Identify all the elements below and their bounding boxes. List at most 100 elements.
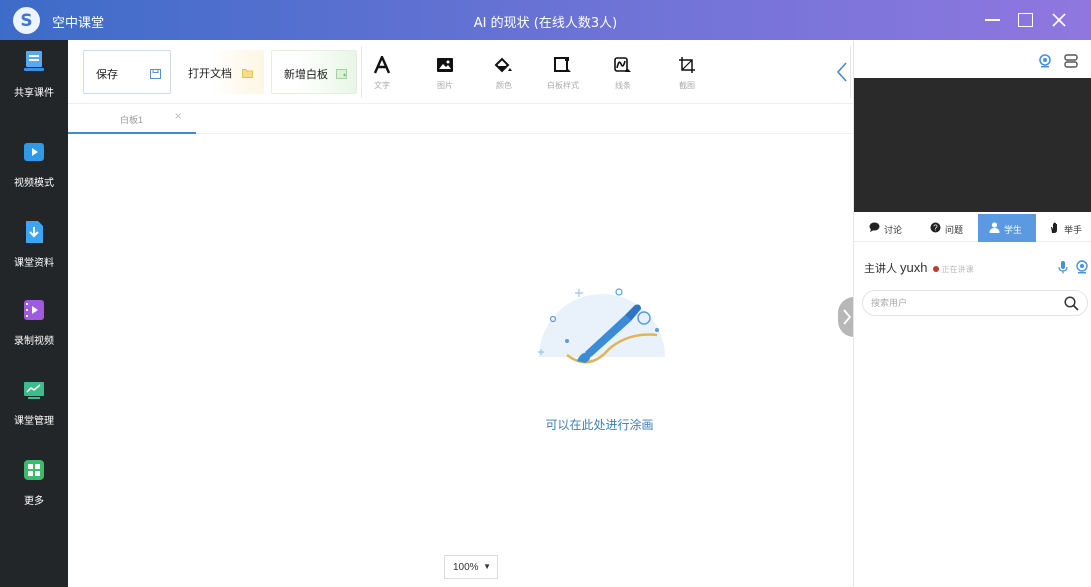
nav-label: 视频模式 — [14, 178, 54, 189]
speaker-role: 主讲人 — [864, 263, 897, 275]
zoom-select[interactable]: 100% ▼ — [444, 555, 498, 579]
tab-close-icon[interactable]: × — [174, 111, 182, 122]
toolbar: 保存 打开文档 新增白板 文字 图片 颜色 白板样式 线条 截图 — [68, 40, 853, 104]
video-preview — [854, 78, 1091, 212]
app-name: 空中课堂 — [52, 16, 105, 31]
open-document-button[interactable]: 打开文档 — [176, 50, 264, 94]
tab-whiteboard-1[interactable]: 白板1 × — [68, 104, 196, 134]
tool-label: 线条 — [615, 81, 631, 90]
webcam-icon[interactable] — [1038, 54, 1052, 68]
side-panel-toggle[interactable] — [838, 297, 854, 337]
tab-students[interactable]: 学生 — [978, 214, 1036, 242]
title-bar: S 空中课堂 AI 的现状 (在线人数3人) — [0, 0, 1091, 40]
speaker-status: 正在讲课 — [941, 265, 974, 274]
app-window: S 空中课堂 AI 的现状 (在线人数3人) 共享课件 视频模式 课堂资料 录制… — [0, 0, 1091, 587]
question-icon: ? — [930, 222, 941, 233]
tab-questions[interactable]: ? 问题 — [916, 214, 978, 242]
text-tool-button[interactable]: 文字 — [358, 52, 406, 94]
save-icon — [150, 69, 161, 79]
tab-label: 学生 — [1004, 225, 1023, 235]
monitor-chart-icon — [24, 382, 44, 399]
add-board-icon — [336, 69, 347, 79]
nav-label: 更多 — [24, 496, 44, 507]
tool-label: 颜色 — [496, 81, 512, 90]
tab-label: 白板1 — [120, 115, 144, 125]
maximize-icon — [1017, 13, 1033, 27]
collapse-panel-chevron-icon[interactable] — [835, 60, 849, 84]
tool-label: 截图 — [679, 81, 695, 90]
panel-tabs: 讨论 ? 问题 学生 举手 — [854, 214, 1091, 242]
nav-item-courseware[interactable]: 共享课件 — [0, 40, 68, 118]
left-nav: 共享课件 视频模式 课堂资料 录制视频 课堂管理 更多 — [0, 40, 68, 587]
nav-item-record-video[interactable]: 录制视频 — [0, 288, 68, 366]
folder-icon — [242, 69, 253, 78]
tab-discussion[interactable]: 讨论 — [854, 214, 916, 242]
user-icon — [989, 222, 1000, 233]
open-document-label: 打开文档 — [188, 68, 232, 80]
tab-raise-hand[interactable]: 举手 — [1036, 214, 1091, 242]
video-play-icon — [24, 143, 44, 161]
nav-item-class-materials[interactable]: 课堂资料 — [0, 210, 68, 288]
nav-item-more[interactable]: 更多 — [0, 448, 68, 526]
speaker-name: yuxh — [900, 260, 928, 275]
maximize-button[interactable] — [1010, 6, 1040, 34]
nav-label: 录制视频 — [14, 336, 54, 347]
courseware-icon — [24, 51, 44, 71]
tab-label: 举手 — [1064, 225, 1083, 235]
grid-more-icon — [24, 460, 44, 480]
minimize-icon — [984, 19, 1000, 21]
image-icon — [437, 58, 453, 72]
nav-label: 共享课件 — [14, 88, 54, 99]
tab-label: 讨论 — [884, 225, 903, 235]
live-status-dot — [933, 266, 940, 273]
svg-text:?: ? — [933, 223, 938, 232]
screenshot-tool-button[interactable]: 截图 — [663, 52, 711, 94]
fill-bucket-icon — [494, 57, 512, 73]
minimize-button[interactable] — [977, 6, 1007, 34]
chat-bubble-icon — [869, 222, 880, 232]
text-icon — [373, 56, 391, 74]
new-whiteboard-button[interactable]: 新增白板 — [271, 50, 357, 94]
crop-icon — [679, 57, 695, 73]
nav-item-video-mode[interactable]: 视频模式 — [0, 130, 68, 208]
speaker-row: 主讲人 yuxh 正在讲课 — [864, 260, 973, 276]
nav-label: 课堂管理 — [14, 416, 54, 427]
user-search-box — [862, 290, 1088, 316]
speaker-camera-icon[interactable] — [1076, 260, 1088, 274]
line-icon — [614, 57, 631, 72]
nav-label: 课堂资料 — [14, 258, 54, 269]
board-style-icon — [554, 57, 571, 72]
right-panel-header — [854, 40, 1091, 78]
whiteboard-tab-bar: 白板1 × — [68, 104, 853, 134]
tool-label: 白板样式 — [547, 81, 579, 90]
close-icon — [1052, 13, 1066, 27]
chevron-down-icon: ▼ — [483, 562, 491, 571]
nav-item-class-management[interactable]: 课堂管理 — [0, 368, 68, 446]
color-tool-button[interactable]: 颜色 — [480, 52, 528, 94]
save-label: 保存 — [96, 69, 118, 81]
save-button[interactable]: 保存 — [83, 50, 171, 94]
zoom-value: 100% — [453, 562, 479, 573]
line-tool-button[interactable]: 线条 — [599, 52, 647, 94]
new-whiteboard-label: 新增白板 — [284, 69, 328, 81]
image-tool-button[interactable]: 图片 — [421, 52, 469, 94]
raise-hand-icon — [1051, 222, 1057, 233]
paintbrush-illustration-icon — [529, 288, 675, 364]
board-style-tool-button[interactable]: 白板样式 — [539, 52, 587, 94]
search-input[interactable] — [871, 296, 1051, 310]
whiteboard-canvas[interactable]: 可以在此处进行涂画 100% ▼ — [68, 134, 854, 587]
app-logo: S — [13, 7, 40, 34]
download-doc-icon — [26, 221, 43, 243]
tool-label: 文字 — [374, 81, 390, 90]
tab-label: 问题 — [945, 225, 964, 235]
window-title: AI 的现状 (在线人数3人) — [473, 16, 618, 31]
microphone-icon[interactable] — [1057, 260, 1069, 274]
right-panel: 讨论 ? 问题 学生 举手 主讲人 yuxh 正在讲课 — [853, 40, 1091, 587]
record-film-icon — [24, 300, 44, 320]
close-window-button[interactable] — [1044, 6, 1074, 34]
search-icon[interactable] — [1064, 296, 1079, 311]
chevron-right-icon — [843, 309, 852, 325]
toolbar-right-divider — [850, 46, 851, 98]
layout-switch-icon[interactable] — [1064, 54, 1078, 68]
tool-label: 图片 — [437, 81, 453, 90]
